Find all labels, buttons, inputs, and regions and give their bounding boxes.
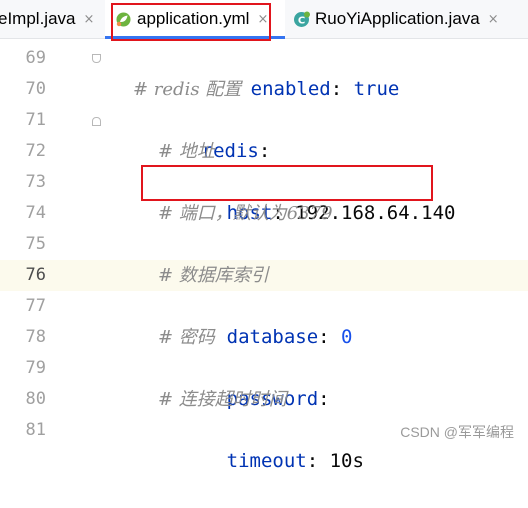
watermark: CSDN @军军编程 — [400, 424, 514, 440]
close-icon[interactable]: × — [488, 12, 499, 27]
code-editor[interactable]: 69 enabled: true 70 # redis 配置 71 redis:… — [0, 39, 528, 472]
tab-label: eImpl.java — [0, 9, 76, 28]
line-number: 71 — [25, 110, 46, 130]
yaml-leaf-icon — [115, 11, 132, 28]
line-number: 70 — [25, 79, 46, 99]
line-number: 73 — [25, 172, 46, 192]
code-line[interactable]: 78 # 密码 — [0, 322, 528, 353]
line-number: 81 — [25, 420, 46, 440]
code-line[interactable]: 79 password: — [0, 353, 528, 410]
tab-label: application.yml — [137, 9, 250, 28]
tab-serviceimpl-java[interactable]: eImpl.java × — [0, 0, 105, 38]
yaml-comment: # 端口，默认为6379 — [158, 203, 333, 224]
yaml-comment: # 地址 — [158, 141, 215, 162]
line-number: 78 — [25, 327, 46, 347]
code-line[interactable]: 71 redis: — [0, 105, 528, 162]
code-line[interactable]: 77 database: 0 — [0, 291, 528, 348]
yaml-comment: # 数据库索引 — [158, 265, 269, 286]
fold-end-icon[interactable] — [92, 54, 101, 63]
line-number: 74 — [25, 203, 46, 223]
tab-label: RuoYiApplication.java — [315, 9, 480, 28]
code-line[interactable]: 73 host: 192.168.64.140 — [0, 167, 528, 224]
current-code-line[interactable]: 76 # 数据库索引 — [0, 260, 528, 291]
yaml-comment: # 连接超时时间 — [158, 389, 287, 410]
code-line[interactable]: 74 # 端口，默认为6379 — [0, 198, 528, 229]
yaml-value: 10s — [329, 450, 364, 472]
code-line[interactable]: 80 # 连接超时时间 — [0, 384, 528, 415]
line-number: 79 — [25, 358, 46, 378]
line-number: 69 — [25, 48, 46, 68]
yaml-comment: # 密码 — [158, 327, 215, 348]
close-icon[interactable]: × — [257, 12, 268, 27]
line-number: 80 — [25, 389, 46, 409]
tab-application-yml[interactable]: application.yml × — [105, 0, 285, 39]
line-number: 77 — [25, 296, 46, 316]
fold-start-icon[interactable] — [92, 117, 101, 126]
line-number: 75 — [25, 234, 46, 254]
tab-ruoyiapplication-java[interactable]: C RuoYiApplication.java × — [285, 0, 528, 38]
svg-text:C: C — [298, 15, 305, 26]
yaml-key: timeout — [226, 450, 307, 472]
line-number: 72 — [25, 141, 46, 161]
code-line[interactable]: 69 enabled: true — [0, 43, 528, 100]
code-line[interactable]: 75 port: 6379 — [0, 229, 528, 286]
close-icon[interactable]: × — [83, 12, 94, 27]
code-line[interactable]: 70 # redis 配置 — [0, 74, 528, 105]
code-line[interactable]: 72 # 地址 — [0, 136, 528, 167]
java-class-icon: C — [293, 11, 310, 28]
yaml-comment: # redis 配置 — [133, 79, 242, 100]
yaml-separator: : — [306, 450, 330, 472]
editor-tab-bar: eImpl.java × application.yml × C RuoYiAp… — [0, 0, 528, 39]
line-number: 76 — [25, 265, 46, 285]
